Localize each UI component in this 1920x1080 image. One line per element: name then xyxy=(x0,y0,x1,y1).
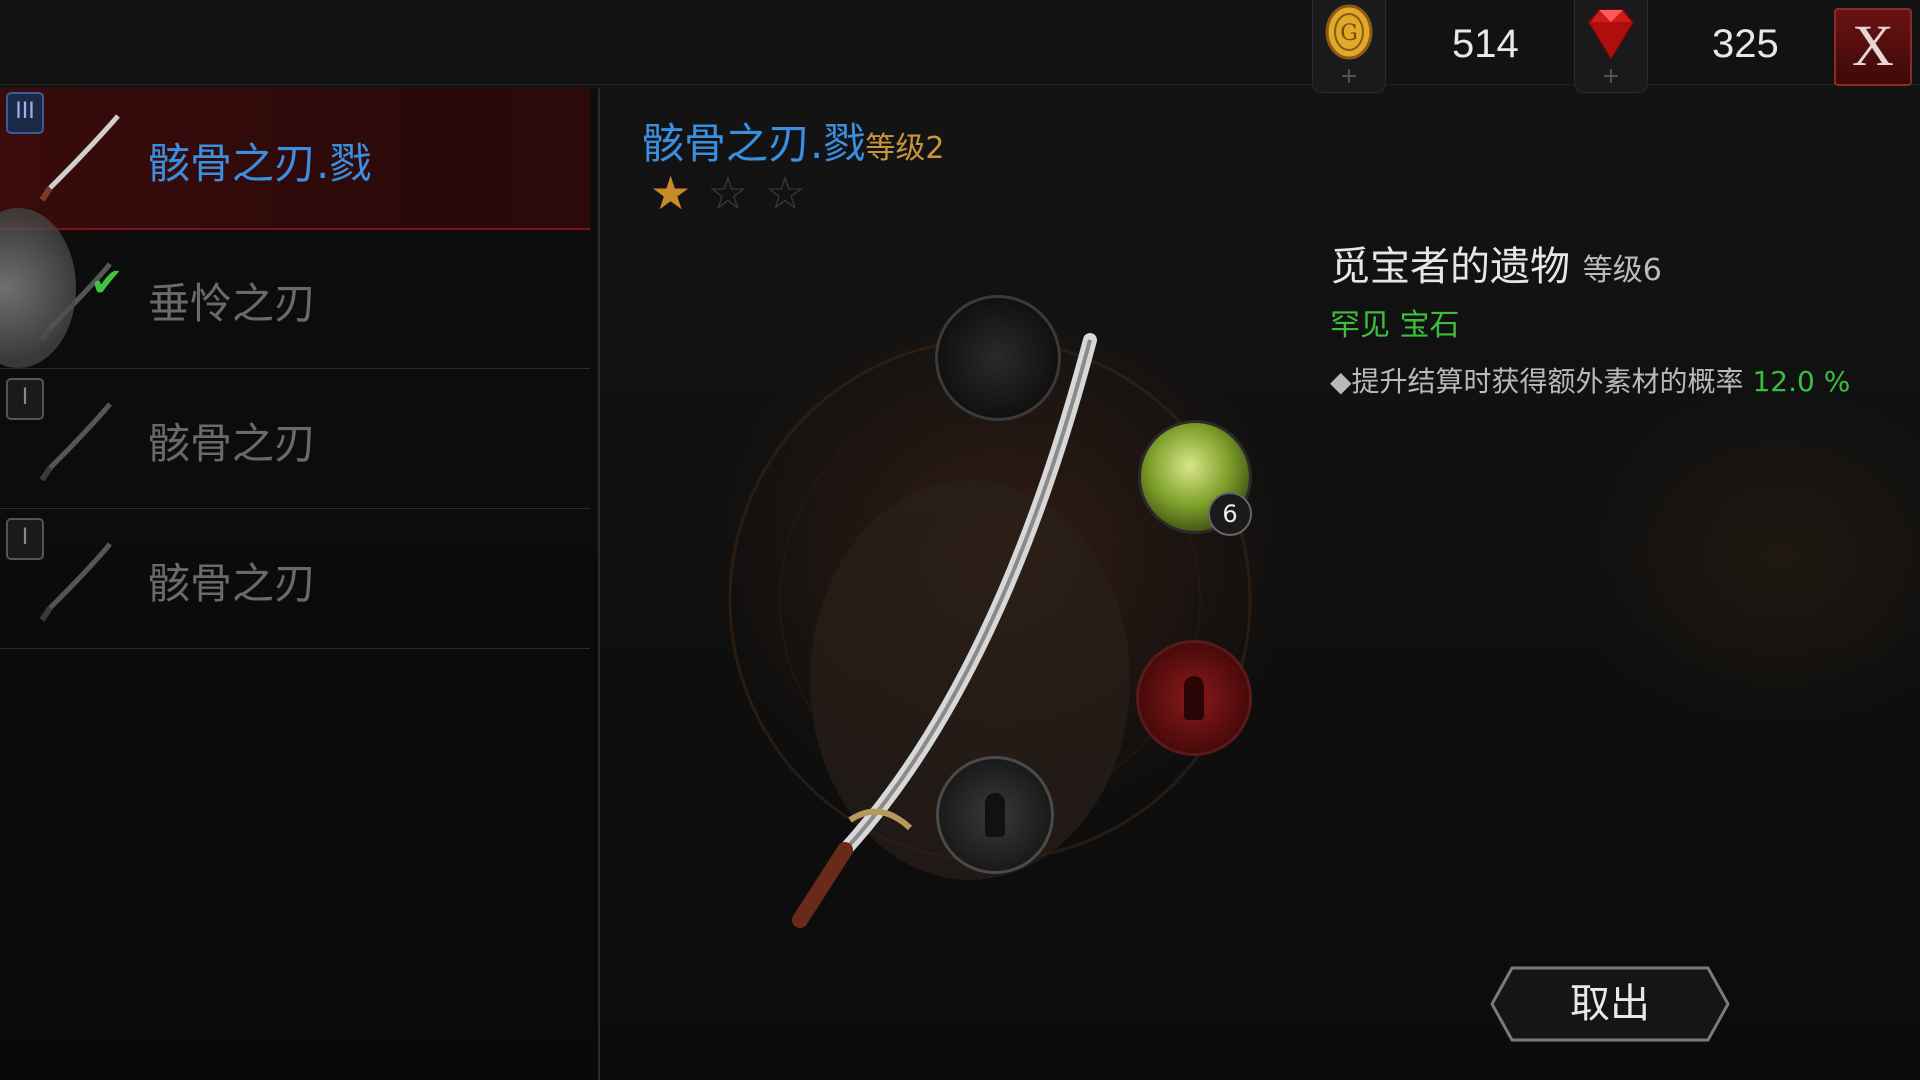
weapon-list-item[interactable]: 垂怜之刃 xyxy=(0,228,590,369)
gem-description: ◆提升结算时获得额外素材的概率 12.0 % xyxy=(1330,360,1850,400)
empty-socket-slot[interactable] xyxy=(935,295,1061,421)
weapon-title-level: 等级2 xyxy=(865,131,945,166)
weapon-list: 骸骨之刃.戮 垂怜之刃 骸骨之刃 骸骨之刃 III I I ✔ xyxy=(0,88,600,1080)
weapon-list-item[interactable]: 骸骨之刃 xyxy=(0,508,590,649)
weapon-list-item[interactable]: 骸骨之刃 xyxy=(0,368,590,509)
star-filled-icon: ★ xyxy=(650,166,708,220)
gem-description-value: 12.0 % xyxy=(1752,365,1851,398)
keyhole-icon xyxy=(1184,676,1204,720)
equipped-check-icon: ✔ xyxy=(90,260,124,306)
weapon-name-label: 垂怜之刃 xyxy=(148,279,317,328)
weapon-name-label: 骸骨之刃 xyxy=(148,419,317,468)
ruby-gem-icon xyxy=(1587,9,1635,60)
weapon-list-item[interactable]: 骸骨之刃.戮 xyxy=(0,88,590,230)
gem-slot[interactable]: + xyxy=(1574,0,1648,93)
sword-icon xyxy=(39,114,120,202)
close-button[interactable]: X xyxy=(1834,8,1912,86)
tier-badge: I xyxy=(6,378,44,420)
take-out-label: 取出 xyxy=(1570,981,1650,1027)
sword-icon xyxy=(39,402,112,482)
locked-socket-red[interactable] xyxy=(1136,640,1252,756)
star-empty-icon: ☆ xyxy=(707,166,765,220)
gem-description-text: ◆提升结算时获得额外素材的概率 xyxy=(1330,365,1744,398)
gem-title: 觅宝者的遗物 等级6 xyxy=(1330,234,1662,292)
gold-coin-icon: G xyxy=(1325,4,1373,60)
weapon-title: 骸骨之刃.戮等级2 xyxy=(642,110,944,171)
gem-name: 觅宝者的遗物 xyxy=(1330,244,1570,290)
take-out-button[interactable]: 取出 xyxy=(1490,966,1730,1042)
gem-count-badge: 6 xyxy=(1208,492,1252,536)
tier-badge: I xyxy=(6,518,44,560)
weapon-name-label: 骸骨之刃.戮 xyxy=(148,139,372,188)
gold-slot[interactable]: G + xyxy=(1312,0,1386,93)
tier-badge: III xyxy=(6,92,44,134)
gems-value: 325 xyxy=(1712,22,1779,66)
add-gems-icon[interactable]: + xyxy=(1575,66,1647,88)
locked-socket-gray[interactable] xyxy=(936,756,1054,874)
keyhole-icon xyxy=(985,792,1005,837)
add-gold-icon[interactable]: + xyxy=(1313,66,1385,88)
star-empty-icon: ☆ xyxy=(764,166,822,220)
svg-text:G: G xyxy=(1340,21,1358,46)
sword-icon xyxy=(39,542,112,622)
gold-value: 514 xyxy=(1452,22,1519,66)
weapon-name-label: 骸骨之刃 xyxy=(148,559,317,608)
weapon-title-name: 骸骨之刃.戮 xyxy=(642,119,866,168)
gem-level: 等级6 xyxy=(1582,253,1662,288)
gem-rarity: 罕见 宝石 xyxy=(1330,308,1460,343)
top-bar: G + 514 + 325 X xyxy=(0,0,1920,93)
star-rating: ★☆☆ xyxy=(650,166,822,220)
